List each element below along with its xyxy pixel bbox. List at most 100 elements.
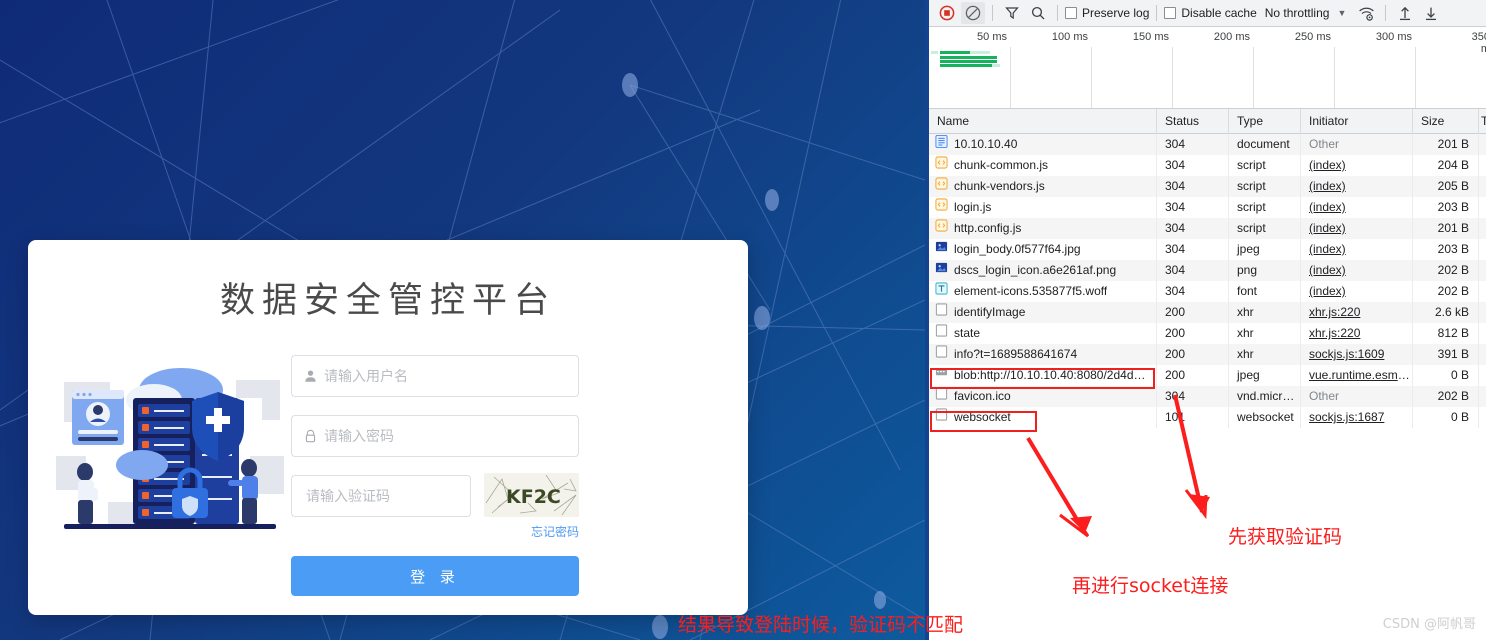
initiator-link[interactable]: xhr.js:220 xyxy=(1309,305,1360,319)
cell-initiator[interactable]: xhr.js:220 xyxy=(1301,302,1413,323)
table-row[interactable]: identifyImage 200 xhr xhr.js:220 2.6 kB xyxy=(929,302,1486,323)
overview-tick: 100 ms xyxy=(1051,31,1088,43)
initiator-link[interactable]: vue.runtime.esm.js… xyxy=(1309,368,1412,382)
cell-name[interactable]: identifyImage xyxy=(929,302,1157,323)
cell-status: 304 xyxy=(1157,260,1229,281)
cell-initiator[interactable]: xhr.js:220 xyxy=(1301,323,1413,344)
generic-icon xyxy=(935,386,948,407)
initiator-link[interactable]: (index) xyxy=(1309,263,1346,277)
cell-name[interactable]: favicon.ico xyxy=(929,386,1157,407)
import-har-icon[interactable] xyxy=(1393,2,1417,24)
cell-initiator[interactable]: (index) xyxy=(1301,155,1413,176)
cell-name[interactable]: login_body.0f577f64.jpg xyxy=(929,239,1157,260)
username-input-text[interactable]: 请输入用户名 xyxy=(324,356,408,396)
cell-size: 202 B xyxy=(1413,281,1479,302)
cell-name[interactable]: 10.10.10.40 xyxy=(929,134,1157,155)
column-header-name[interactable]: Name xyxy=(929,108,1157,134)
table-row[interactable]: blob:http://10.10.10.40:8080/2d4d… 200 jpe… xyxy=(929,365,1486,386)
cell-initiator[interactable]: (index) xyxy=(1301,218,1413,239)
initiator-link[interactable]: (index) xyxy=(1309,158,1346,172)
overview-tick: 250 ms xyxy=(1294,31,1331,43)
cell-name[interactable]: websocket xyxy=(929,407,1157,428)
captcha-field[interactable]: 请输入验证码 xyxy=(291,475,471,517)
cell-name[interactable]: chunk-vendors.js xyxy=(929,176,1157,197)
cell-name[interactable]: info?t=1689588641674 xyxy=(929,344,1157,365)
table-row[interactable]: state 200 xhr xhr.js:220 812 B xyxy=(929,323,1486,344)
cell-type: document xyxy=(1229,134,1301,155)
cell-time xyxy=(1479,323,1486,344)
cell-status: 200 xyxy=(1157,323,1229,344)
initiator-link[interactable]: (index) xyxy=(1309,179,1346,193)
username-field[interactable]: 请输入用户名 xyxy=(291,355,579,397)
table-row[interactable]: dscs_login_icon.a6e261af.png 304 png (index… xyxy=(929,260,1486,281)
search-icon[interactable] xyxy=(1026,2,1050,24)
network-conditions-icon[interactable] xyxy=(1354,2,1378,24)
initiator-link[interactable]: (index) xyxy=(1309,200,1346,214)
cell-initiator[interactable]: (index) xyxy=(1301,197,1413,218)
table-row[interactable]: info?t=1689588641674 200 xhr sockjs.js:1609… xyxy=(929,344,1486,365)
initiator-link[interactable]: sockjs.js:1687 xyxy=(1309,410,1384,424)
preserve-log-box[interactable] xyxy=(1065,7,1077,19)
table-row[interactable]: favicon.ico 304 vnd.micro… Other 202 B xyxy=(929,386,1486,407)
clear-icon[interactable] xyxy=(961,2,985,24)
chevron-down-icon[interactable]: ▼ xyxy=(1337,8,1346,18)
throttling-dropdown[interactable]: No throttling ▼ xyxy=(1265,6,1347,20)
initiator-link[interactable]: sockjs.js:1609 xyxy=(1309,347,1384,361)
network-overview-timeline[interactable]: 50 ms 100 ms 150 ms 200 ms 250 ms 300 ms… xyxy=(929,27,1486,109)
captcha-input-text[interactable]: 请输入验证码 xyxy=(306,476,390,516)
column-header-size[interactable]: Size xyxy=(1413,108,1479,134)
captcha-image[interactable]: KF2C xyxy=(484,473,579,517)
column-header-type[interactable]: Type xyxy=(1229,108,1301,134)
disable-cache-box[interactable] xyxy=(1164,7,1177,19)
overview-bar xyxy=(992,64,1000,67)
cell-time xyxy=(1479,239,1486,260)
cell-initiator[interactable]: vue.runtime.esm.js… xyxy=(1301,365,1413,386)
column-header-status[interactable]: Status xyxy=(1157,108,1229,134)
cell-initiator[interactable]: sockjs.js:1609 xyxy=(1301,344,1413,365)
column-header-time[interactable]: T xyxy=(1479,109,1486,134)
initiator-link[interactable]: (index) xyxy=(1309,284,1346,298)
table-row[interactable]: login.js 304 script (index) 203 B xyxy=(929,197,1486,218)
disable-cache-label: Disable cache xyxy=(1181,6,1257,20)
filter-icon[interactable] xyxy=(1000,2,1024,24)
request-name: websocket xyxy=(954,410,1011,424)
disable-cache-checkbox[interactable]: Disable cache xyxy=(1164,6,1257,20)
generic-icon xyxy=(935,323,948,344)
cell-initiator[interactable]: (index) xyxy=(1301,176,1413,197)
login-button[interactable]: 登 录 xyxy=(291,556,579,596)
table-row[interactable]: chunk-vendors.js 304 script (index) 205 B xyxy=(929,176,1486,197)
record-stop-icon[interactable] xyxy=(935,2,959,24)
cell-name[interactable]: element-icons.535877f5.woff xyxy=(929,281,1157,302)
cell-status: 304 xyxy=(1157,176,1229,197)
cell-size: 2.6 kB xyxy=(1413,302,1479,323)
forgot-password-link[interactable]: 忘记密码 xyxy=(291,523,579,540)
preserve-log-checkbox[interactable]: Preserve log xyxy=(1065,6,1149,20)
table-row[interactable]: login_body.0f577f64.jpg 304 jpeg (index) 203… xyxy=(929,239,1486,260)
cell-initiator[interactable]: sockjs.js:1687 xyxy=(1301,407,1413,428)
cell-size: 0 B xyxy=(1413,365,1479,386)
cell-name[interactable]: blob:http://10.10.10.40:8080/2d4d… xyxy=(929,365,1157,386)
cell-name[interactable]: chunk-common.js xyxy=(929,155,1157,176)
initiator-link[interactable]: (index) xyxy=(1309,221,1346,235)
table-row[interactable]: chunk-common.js 304 script (index) 204 B xyxy=(929,155,1486,176)
password-field[interactable]: 请输入密码 xyxy=(291,415,579,457)
column-header-initiator[interactable]: Initiator xyxy=(1301,108,1413,134)
table-row[interactable]: element-icons.535877f5.woff 304 font (index… xyxy=(929,281,1486,302)
cell-initiator[interactable]: (index) xyxy=(1301,281,1413,302)
initiator-link[interactable]: (index) xyxy=(1309,242,1346,256)
cell-name[interactable]: dscs_login_icon.a6e261af.png xyxy=(929,260,1157,281)
cell-type: script xyxy=(1229,155,1301,176)
initiator-link[interactable]: xhr.js:220 xyxy=(1309,326,1360,340)
cell-name[interactable]: state xyxy=(929,323,1157,344)
cell-status: 304 xyxy=(1157,218,1229,239)
table-row[interactable]: http.config.js 304 script (index) 201 B xyxy=(929,218,1486,239)
table-row[interactable]: 10.10.10.40 304 document Other 201 B xyxy=(929,134,1486,155)
table-row[interactable]: websocket 101 websocket sockjs.js:1687 0 B xyxy=(929,407,1486,428)
cell-initiator[interactable]: (index) xyxy=(1301,260,1413,281)
export-har-icon[interactable] xyxy=(1419,2,1443,24)
cell-name[interactable]: login.js xyxy=(929,197,1157,218)
cell-name[interactable]: http.config.js xyxy=(929,218,1157,239)
password-input-text[interactable]: 请输入密码 xyxy=(324,416,394,456)
generic-icon xyxy=(935,407,948,428)
cell-initiator[interactable]: (index) xyxy=(1301,239,1413,260)
